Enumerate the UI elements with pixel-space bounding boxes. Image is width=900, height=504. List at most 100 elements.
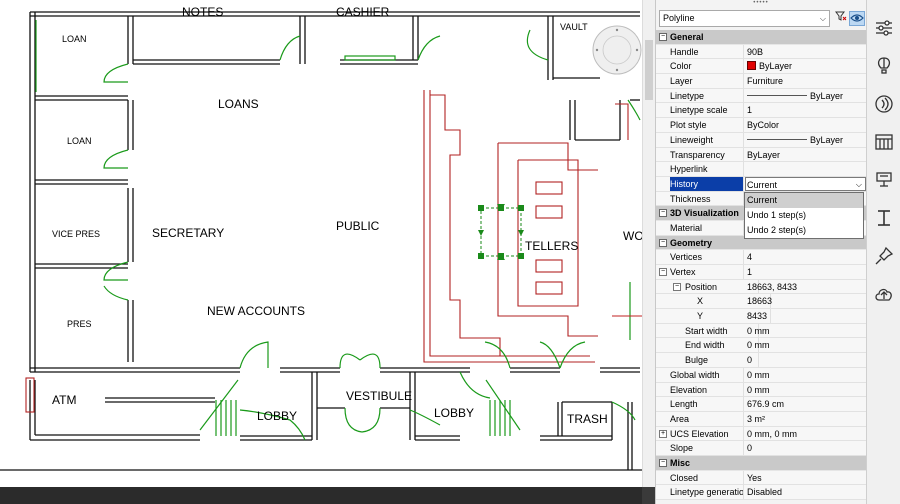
history-option-undo-2[interactable]: Undo 2 step(s) bbox=[745, 223, 863, 238]
toggle-visibility-eye-icon[interactable] bbox=[849, 11, 865, 26]
prop-plot-style[interactable]: Plot style ByColor bbox=[656, 118, 867, 133]
panel-drag-handle[interactable]: ••••• bbox=[656, 0, 866, 7]
prop-value[interactable]: 18663, 8433 bbox=[747, 280, 865, 294]
collapse-icon[interactable]: − bbox=[659, 33, 667, 41]
history-option-undo-1[interactable]: Undo 1 step(s) bbox=[745, 208, 863, 223]
prop-position[interactable]: − Position 18663, 8433 bbox=[656, 279, 867, 295]
collapse-icon[interactable]: − bbox=[659, 268, 667, 276]
prop-start-width[interactable]: Start width 0 mm bbox=[656, 323, 867, 339]
prop-value[interactable]: 0 mm, 0 mm bbox=[747, 427, 865, 441]
horizontal-scrollbar[interactable] bbox=[0, 487, 655, 504]
prop-lineweight[interactable]: Lineweight ByLayer bbox=[656, 132, 867, 148]
prop-vertex[interactable]: − Vertex 1 bbox=[656, 265, 867, 280]
history-select[interactable]: Current ⌵ bbox=[745, 176, 866, 191]
prop-value[interactable]: ByColor bbox=[747, 118, 865, 132]
prop-key: Thickness bbox=[670, 191, 744, 206]
prop-x[interactable]: X 18663 bbox=[656, 294, 867, 310]
quick-select-filter-icon[interactable] bbox=[834, 10, 848, 27]
prop-closed[interactable]: Closed Yes bbox=[656, 470, 867, 486]
prop-value[interactable]: 0 bbox=[747, 353, 865, 367]
prop-value[interactable]: 0 mm bbox=[747, 338, 865, 352]
room-label-work: WORK bbox=[623, 229, 642, 243]
prop-layer[interactable]: Layer Furniture bbox=[656, 74, 867, 89]
prop-key: Area bbox=[670, 411, 744, 426]
hot-air-balloon-icon[interactable] bbox=[874, 56, 894, 76]
room-label-public: PUBLIC bbox=[336, 219, 380, 233]
prop-value[interactable]: Yes bbox=[747, 471, 865, 485]
prop-value[interactable]: ByLayer bbox=[747, 89, 865, 103]
prop-key: Slope bbox=[670, 441, 744, 456]
i-beam-icon[interactable] bbox=[874, 208, 894, 228]
prop-value[interactable]: Disabled bbox=[747, 485, 865, 499]
prop-ucs-elevation[interactable]: + UCS Elevation 0 mm, 0 mm bbox=[656, 426, 867, 442]
expand-icon[interactable]: + bbox=[659, 429, 667, 438]
section-general[interactable]: − General bbox=[656, 30, 867, 45]
chevron-down-icon: ⌵ bbox=[819, 14, 826, 23]
signal-icon[interactable] bbox=[874, 94, 894, 114]
prop-hyperlink[interactable]: Hyperlink bbox=[656, 162, 867, 177]
prop-key: Linetype generation bbox=[670, 485, 744, 500]
prop-linetype[interactable]: Linetype ByLayer bbox=[656, 88, 867, 104]
prop-value[interactable]: Furniture bbox=[747, 74, 865, 88]
object-type-select[interactable]: Polyline ⌵ bbox=[659, 10, 830, 27]
prop-history[interactable]: History Current ⌵ bbox=[656, 176, 867, 192]
prop-end-width[interactable]: End width 0 mm bbox=[656, 338, 867, 354]
room-label-loan-2: LOAN bbox=[67, 136, 92, 146]
prop-key: Elevation bbox=[670, 382, 744, 397]
prop-linetype-scale[interactable]: Linetype scale 1 bbox=[656, 103, 867, 119]
room-label-loan-1: LOAN bbox=[62, 34, 87, 44]
library-icon[interactable] bbox=[874, 132, 894, 152]
history-dropdown-list[interactable]: Current Undo 1 step(s) Undo 2 step(s) bbox=[744, 192, 864, 239]
prop-key: Lineweight bbox=[670, 132, 744, 147]
chevron-down-icon[interactable]: ⌵ bbox=[856, 178, 862, 190]
drawing-canvas[interactable]: NOTES CASHIER VAULT LOAN LOAN VICE PRES … bbox=[0, 0, 642, 487]
collapse-icon[interactable]: − bbox=[659, 458, 667, 467]
room-label-vault: VAULT bbox=[560, 22, 588, 32]
prop-value[interactable]: 8433 bbox=[747, 309, 865, 323]
prop-key: UCS Elevation bbox=[670, 426, 744, 441]
collapse-icon[interactable]: − bbox=[659, 209, 667, 218]
prop-value[interactable]: 1 bbox=[747, 265, 865, 279]
prop-elevation[interactable]: Elevation 0 mm bbox=[656, 382, 867, 398]
navigation-wheel[interactable] bbox=[592, 25, 642, 75]
prop-value[interactable]: 0 mm bbox=[747, 324, 865, 338]
room-label-lobby-right: LOBBY bbox=[434, 406, 474, 420]
section-label: General bbox=[670, 32, 704, 42]
stamp-icon[interactable] bbox=[874, 170, 894, 190]
scrollbar-corner bbox=[642, 487, 655, 504]
prop-transparency[interactable]: Transparency ByLayer bbox=[656, 147, 867, 163]
prop-value[interactable]: ByLayer bbox=[747, 133, 865, 147]
prop-handle: Handle 90B bbox=[656, 44, 867, 60]
prop-linetype-generation[interactable]: Linetype generation Disabled bbox=[656, 485, 867, 500]
prop-value[interactable] bbox=[747, 162, 865, 176]
room-label-new-accounts: NEW ACCOUNTS bbox=[207, 304, 305, 318]
prop-value[interactable]: ByLayer bbox=[747, 148, 865, 162]
properties-panel: ••••• Polyline ⌵ − General Handle 90B Colo… bbox=[655, 0, 867, 504]
prop-value[interactable]: 0 mm bbox=[747, 368, 865, 382]
prop-key: Handle bbox=[670, 44, 744, 59]
prop-value[interactable]: 18663 bbox=[747, 294, 865, 308]
history-option-current[interactable]: Current bbox=[745, 193, 863, 208]
prop-color[interactable]: Color ByLayer bbox=[656, 59, 867, 75]
room-label-cashier: CASHIER bbox=[336, 5, 390, 19]
prop-y[interactable]: Y 8433 bbox=[656, 309, 867, 324]
pin-icon[interactable] bbox=[874, 246, 894, 266]
prop-global-width[interactable]: Global width 0 mm bbox=[656, 367, 867, 383]
prop-value[interactable]: ByLayer bbox=[747, 59, 865, 73]
collapse-icon[interactable]: − bbox=[659, 238, 667, 247]
vertical-scrollbar[interactable] bbox=[642, 0, 655, 487]
room-label-lobby-left: LOBBY bbox=[257, 409, 297, 423]
prop-key: Global width bbox=[670, 367, 744, 382]
prop-value[interactable]: 1 bbox=[747, 103, 865, 117]
room-label-tellers: TELLERS bbox=[525, 239, 578, 253]
cloud-upload-icon[interactable] bbox=[874, 284, 894, 304]
collapse-icon[interactable]: − bbox=[673, 282, 681, 291]
room-label-notes: NOTES bbox=[182, 5, 223, 19]
prop-key: Linetype bbox=[670, 88, 744, 103]
prop-key: Length bbox=[670, 397, 744, 412]
scrollbar-thumb[interactable] bbox=[645, 40, 653, 100]
properties-panel-icon[interactable] bbox=[874, 18, 894, 38]
section-misc[interactable]: − Misc bbox=[656, 455, 867, 471]
prop-value[interactable]: 0 mm bbox=[747, 383, 865, 397]
prop-bulge[interactable]: Bulge 0 bbox=[656, 353, 867, 368]
